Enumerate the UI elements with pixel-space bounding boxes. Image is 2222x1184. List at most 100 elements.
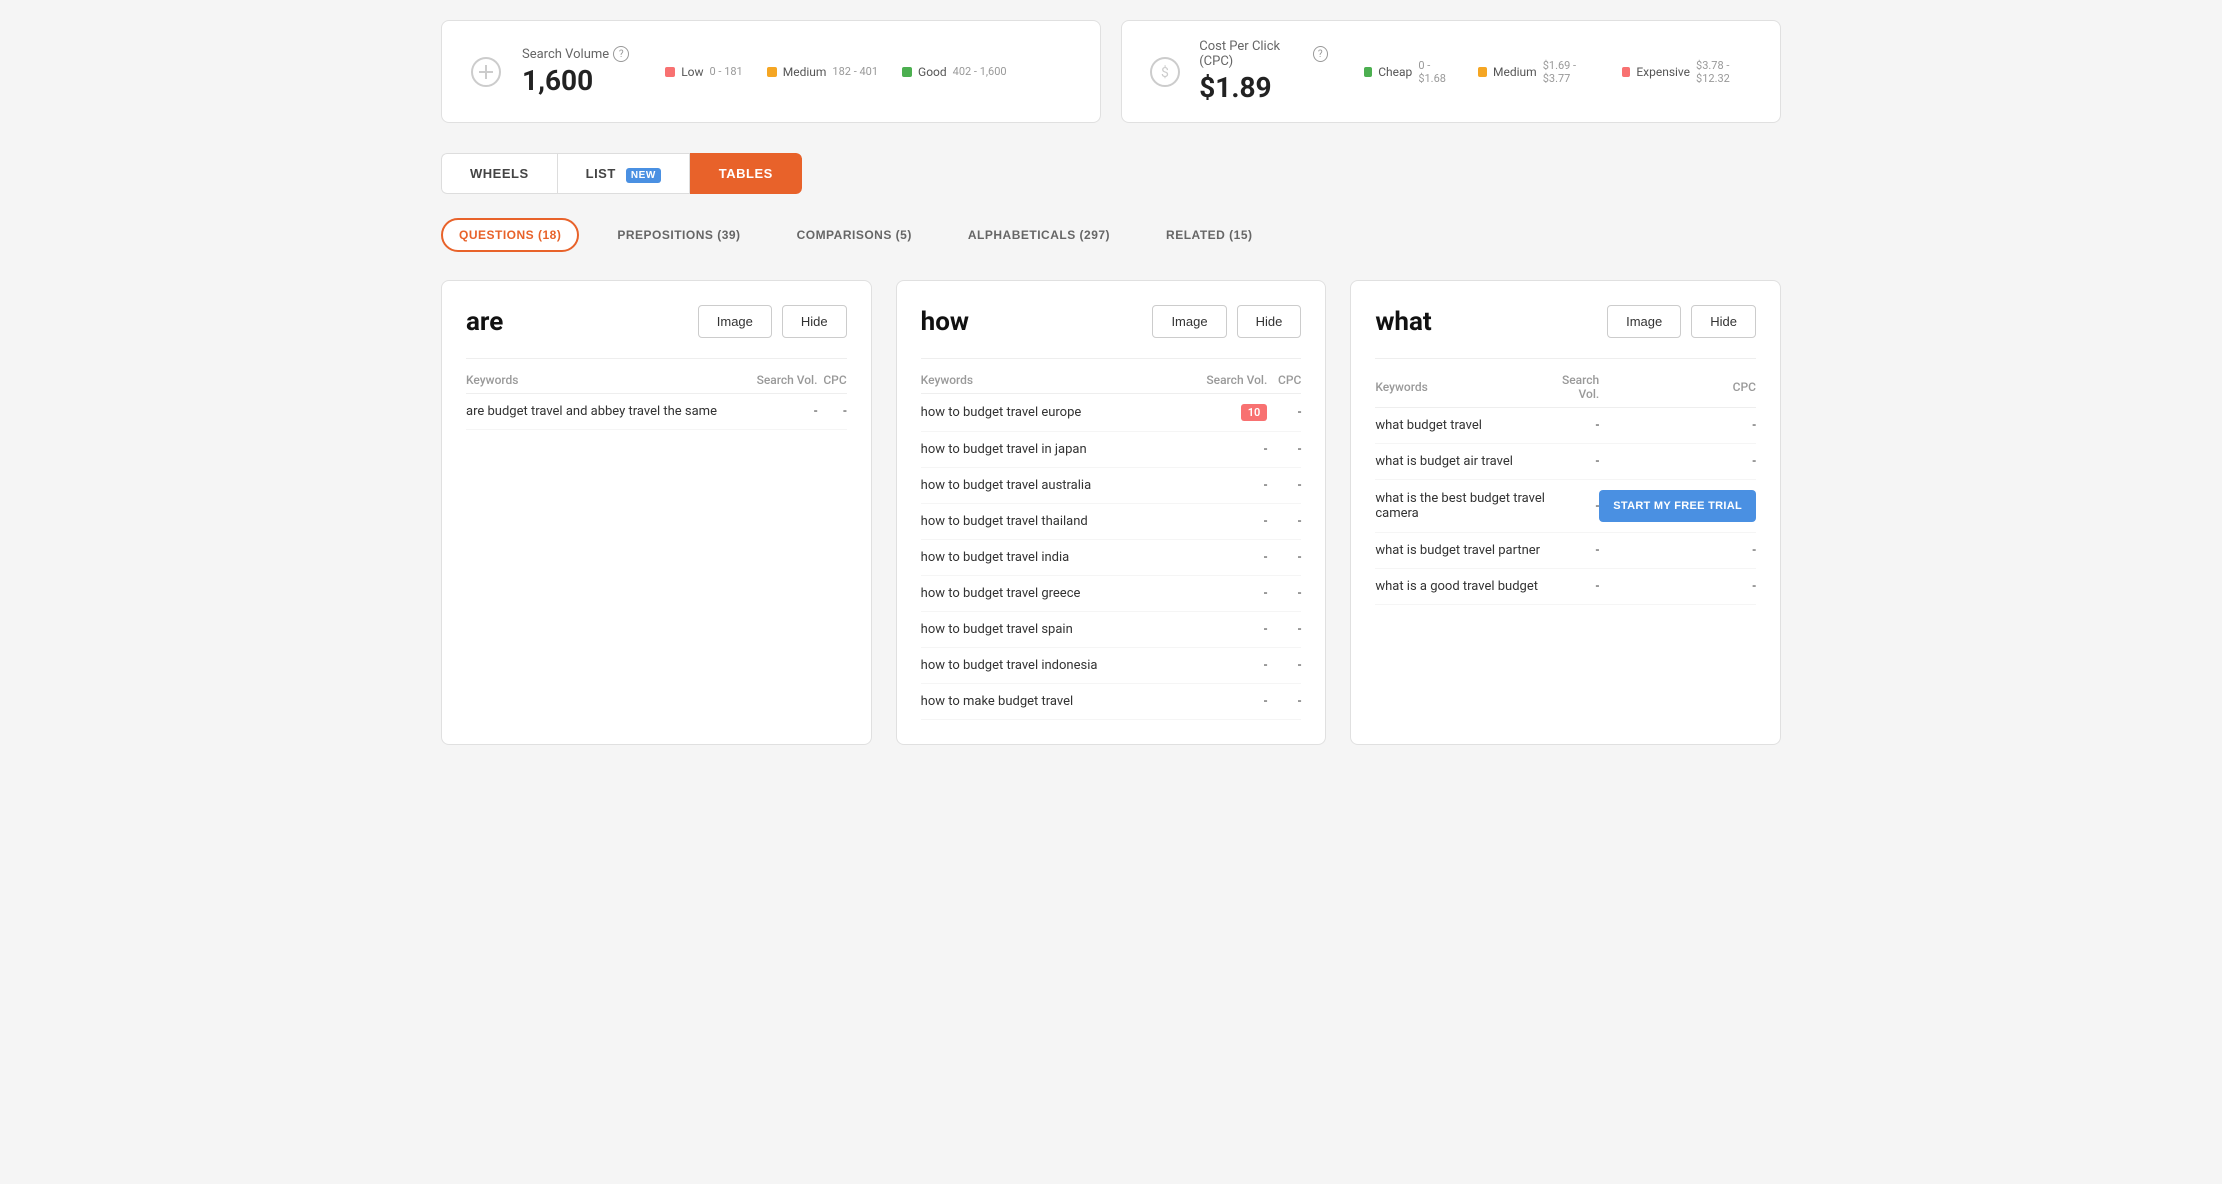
keyword-what-2: what is the best budget travel camera xyxy=(1375,480,1545,533)
card-are-hide-btn[interactable]: Hide xyxy=(782,305,847,338)
col-cpc-how: CPC xyxy=(1267,367,1301,394)
card-are-header: are Image Hide xyxy=(466,305,847,338)
col-keywords-are: Keywords xyxy=(466,367,741,394)
filter-prepositions[interactable]: PREPOSITIONS (39) xyxy=(599,218,758,252)
vol-what-1: - xyxy=(1545,444,1599,480)
card-are-actions: Image Hide xyxy=(698,305,847,338)
col-keywords-how: Keywords xyxy=(921,367,1179,394)
keyword-how-8: how to make budget travel xyxy=(921,684,1179,720)
keyword-how-4: how to budget travel india xyxy=(921,540,1179,576)
cpc-how-2: - xyxy=(1267,468,1301,504)
table-row: what is the best budget travel camera - … xyxy=(1375,480,1756,533)
table-row: how to budget travel greece - - xyxy=(921,576,1302,612)
search-volume-main: Search Volume ? 1,600 xyxy=(522,46,629,97)
vol-what-2: - xyxy=(1545,480,1599,533)
search-volume-label: Search Volume ? xyxy=(522,46,629,62)
cpc-help-icon[interactable]: ? xyxy=(1313,46,1328,62)
card-how-header-row: Keywords Search Vol. CPC xyxy=(921,367,1302,394)
col-cpc-are: CPC xyxy=(817,367,846,394)
legend-expensive: Expensive $3.78 - $12.32 xyxy=(1622,59,1756,85)
search-volume-help-icon[interactable]: ? xyxy=(613,46,629,62)
search-volume-icon xyxy=(466,52,506,92)
card-how-divider xyxy=(921,358,1302,359)
col-vol-what: Search Vol. xyxy=(1545,367,1599,408)
card-what-divider xyxy=(1375,358,1756,359)
col-vol-how: Search Vol. xyxy=(1178,367,1267,394)
stats-bar: Search Volume ? 1,600 Low 0 - 181 Medium… xyxy=(441,20,1781,123)
card-how-actions: Image Hide xyxy=(1152,305,1301,338)
table-row: how to budget travel thailand - - xyxy=(921,504,1302,540)
card-what: what Image Hide Keywords Search Vol. CPC xyxy=(1350,280,1781,745)
main-tabs: WHEELS LIST NEW TABLES xyxy=(441,153,802,194)
vol-are-1: - xyxy=(741,394,817,430)
cpc-what-4: - xyxy=(1599,569,1756,605)
filter-alphabeticals[interactable]: ALPHABETICALS (297) xyxy=(950,218,1128,252)
cpc-are-1: - xyxy=(817,394,846,430)
cpc-how-6: - xyxy=(1267,612,1301,648)
table-row: what is budget travel partner - - xyxy=(1375,533,1756,569)
cpc-how-8: - xyxy=(1267,684,1301,720)
card-are-image-btn[interactable]: Image xyxy=(698,305,772,338)
table-row: how to budget travel spain - - xyxy=(921,612,1302,648)
card-how-table: Keywords Search Vol. CPC how to budget t… xyxy=(921,367,1302,720)
card-are-header-row: Keywords Search Vol. CPC xyxy=(466,367,847,394)
keyword-how-3: how to budget travel thailand xyxy=(921,504,1179,540)
cpc-how-4: - xyxy=(1267,540,1301,576)
legend-low: Low 0 - 181 xyxy=(665,65,743,79)
cpc-what-2: START MY FREE TRIAL xyxy=(1599,480,1756,533)
card-what-hide-btn[interactable]: Hide xyxy=(1691,305,1756,338)
vol-what-3: - xyxy=(1545,533,1599,569)
cpc-value: $1.89 xyxy=(1199,71,1327,104)
card-how: how Image Hide Keywords Search Vol. CPC … xyxy=(896,280,1327,745)
keyword-how-5: how to budget travel greece xyxy=(921,576,1179,612)
cpc-how-0: - xyxy=(1267,394,1301,432)
legend-good-vol: Good 402 - 1,600 xyxy=(902,65,1007,79)
keyword-what-1: what is budget air travel xyxy=(1375,444,1545,480)
table-row: what is budget air travel - - xyxy=(1375,444,1756,480)
svg-text:$: $ xyxy=(1161,64,1169,81)
card-are: are Image Hide Keywords Search Vol. CPC xyxy=(441,280,872,745)
cpc-icon: $ xyxy=(1146,52,1183,92)
vol-how-8: - xyxy=(1178,684,1267,720)
table-row: how to make budget travel - - xyxy=(921,684,1302,720)
card-how-hide-btn[interactable]: Hide xyxy=(1237,305,1302,338)
table-row: how to budget travel india - - xyxy=(921,540,1302,576)
vol-how-2: - xyxy=(1178,468,1267,504)
card-what-image-btn[interactable]: Image xyxy=(1607,305,1681,338)
vol-what-0: - xyxy=(1545,408,1599,444)
vol-how-0: 10 xyxy=(1178,394,1267,432)
cards-grid: are Image Hide Keywords Search Vol. CPC xyxy=(441,280,1781,745)
table-row: how to budget travel indonesia - - xyxy=(921,648,1302,684)
cpc-what-1: - xyxy=(1599,444,1756,480)
search-volume-value: 1,600 xyxy=(522,64,629,97)
table-row: are budget travel and abbey travel the s… xyxy=(466,394,847,430)
card-are-table: Keywords Search Vol. CPC are budget trav… xyxy=(466,367,847,430)
filter-questions[interactable]: QUESTIONS (18) xyxy=(441,218,579,252)
start-trial-button[interactable]: START MY FREE TRIAL xyxy=(1599,490,1756,522)
legend-medium-vol-dot xyxy=(767,67,777,77)
table-row: how to budget travel europe 10 - xyxy=(921,394,1302,432)
card-are-word: are xyxy=(466,307,503,337)
legend-cheap: Cheap 0 - $1.68 xyxy=(1364,59,1455,85)
keyword-how-1: how to budget travel in japan xyxy=(921,432,1179,468)
tab-tables[interactable]: TABLES xyxy=(690,153,802,194)
keyword-how-0: how to budget travel europe xyxy=(921,394,1179,432)
tab-list[interactable]: LIST NEW xyxy=(557,153,690,194)
card-are-divider xyxy=(466,358,847,359)
filter-related[interactable]: RELATED (15) xyxy=(1148,218,1270,252)
card-how-image-btn[interactable]: Image xyxy=(1152,305,1226,338)
cpc-legend: Cheap 0 - $1.68 Medium $1.69 - $3.77 Exp… xyxy=(1364,59,1756,85)
col-cpc-what: CPC xyxy=(1599,367,1756,408)
filter-pills: QUESTIONS (18) PREPOSITIONS (39) COMPARI… xyxy=(441,218,1781,252)
legend-low-dot xyxy=(665,67,675,77)
legend-cheap-dot xyxy=(1364,67,1373,77)
legend-expensive-dot xyxy=(1622,67,1631,77)
search-volume-card: Search Volume ? 1,600 Low 0 - 181 Medium… xyxy=(441,20,1101,123)
keyword-what-4: what is a good travel budget xyxy=(1375,569,1545,605)
vol-how-4: - xyxy=(1178,540,1267,576)
tab-wheels[interactable]: WHEELS xyxy=(441,153,557,194)
tab-list-new-badge: NEW xyxy=(626,168,661,183)
filter-comparisons[interactable]: COMPARISONS (5) xyxy=(779,218,930,252)
col-vol-are: Search Vol. xyxy=(741,367,817,394)
vol-how-3: - xyxy=(1178,504,1267,540)
